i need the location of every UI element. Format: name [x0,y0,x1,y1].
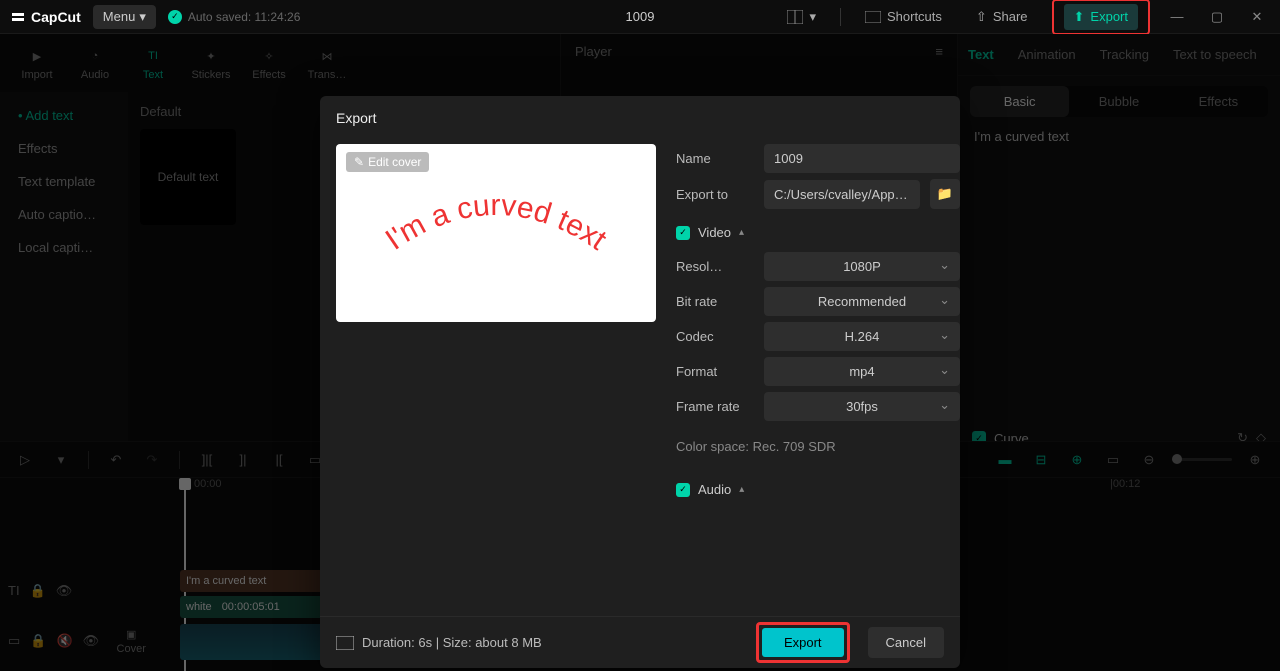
collapse-icon[interactable]: ▴ [739,227,744,238]
maximize-button[interactable]: ▢ [1204,4,1230,30]
app-name: CapCut [31,9,81,25]
browse-folder-button[interactable]: 📁 [930,179,960,209]
audio-checkbox[interactable]: ✓ [676,483,690,497]
export-to-row: Export to C:/Users/cvalley/App… 📁 [676,179,960,209]
export-label: Export [1090,9,1128,24]
export-to-label: Export to [676,187,754,202]
name-row: Name [676,144,960,173]
check-icon: ✓ [168,10,182,24]
pencil-icon: ✎ [354,155,364,169]
app-logo: CapCut [10,9,81,25]
edit-cover-label: Edit cover [368,155,421,169]
film-icon [336,636,354,650]
export-confirm-highlight: Export [756,622,850,663]
collapse-icon-2[interactable]: ▴ [739,484,744,495]
menu-button[interactable]: Menu ▾ [93,5,156,29]
capcut-icon [10,9,26,25]
format-label: Format [676,364,754,379]
project-title: 1009 [626,9,655,24]
cover-column: ✎ Edit cover I'm a curved text [336,144,656,608]
bitrate-select[interactable]: Recommended [764,287,960,316]
curved-text-preview: I'm a curved text [356,175,636,292]
name-input[interactable] [764,144,960,173]
autosave-text: Auto saved: 11:24:26 [188,10,301,24]
cancel-button[interactable]: Cancel [868,627,944,658]
export-form: Name Export to C:/Users/cvalley/App… 📁 ✓… [676,144,966,608]
codec-label: Codec [676,329,754,344]
framerate-select[interactable]: 30fps [764,392,960,421]
audio-section-header: ✓ Audio ▴ [676,482,960,497]
main: ▶Import ◔Audio TIText ✦Stickers ✧Effects… [0,34,1280,671]
minimize-button[interactable]: — [1164,4,1190,30]
titlebar: CapCut Menu ▾ ✓ Auto saved: 11:24:26 100… [0,0,1280,34]
menu-label: Menu [103,9,136,24]
format-select[interactable]: mp4 [764,357,960,386]
edit-cover-button[interactable]: ✎ Edit cover [346,152,429,172]
close-button[interactable]: ✕ [1244,4,1270,30]
bitrate-label: Bit rate [676,294,754,309]
share-label: Share [993,9,1028,24]
codec-select[interactable]: H.264 [764,322,960,351]
video-checkbox[interactable]: ✓ [676,226,690,240]
autosave-status: ✓ Auto saved: 11:24:26 [168,10,301,24]
audio-label: Audio [698,482,731,497]
resolution-label: Resol… [676,259,754,274]
keyboard-icon [865,11,881,23]
modal-footer: Duration: 6s | Size: about 8 MB Export C… [320,616,960,668]
titlebar-right: ▾ Shortcuts ⇧ Share ⬆ Export — ▢ ✕ [777,0,1270,35]
shortcuts-label: Shortcuts [887,9,942,24]
duration-text: Duration: 6s | Size: about 8 MB [362,635,542,650]
share-icon: ⇧ [976,9,987,25]
chevron-down-icon: ▾ [139,9,146,25]
share-button[interactable]: ⇧ Share [966,4,1038,30]
svg-text:I'm a curved text: I'm a curved text [380,188,613,256]
export-button[interactable]: ⬆ Export [1064,4,1138,30]
export-button-highlight: ⬆ Export [1052,0,1150,35]
modal-title: Export [320,96,960,136]
video-label: Video [698,225,731,240]
layout-icon [787,10,803,24]
modal-body: ✎ Edit cover I'm a curved text Name Expo… [320,136,960,616]
export-modal: Export ✎ Edit cover I'm a curved text Na… [320,96,960,668]
resolution-select[interactable]: 1080P [764,252,960,281]
shortcuts-button[interactable]: Shortcuts [855,4,952,29]
export-path[interactable]: C:/Users/cvalley/App… [764,180,920,209]
duration-info: Duration: 6s | Size: about 8 MB [336,635,542,650]
video-section-header: ✓ Video ▴ [676,225,960,240]
export-icon: ⬆ [1074,9,1085,25]
export-confirm-button[interactable]: Export [762,628,844,657]
colorspace-info: Color space: Rec. 709 SDR [676,439,960,454]
cover-preview: ✎ Edit cover I'm a curved text [336,144,656,322]
framerate-label: Frame rate [676,399,754,414]
name-label: Name [676,151,754,166]
layout-button[interactable]: ▾ [777,4,826,30]
